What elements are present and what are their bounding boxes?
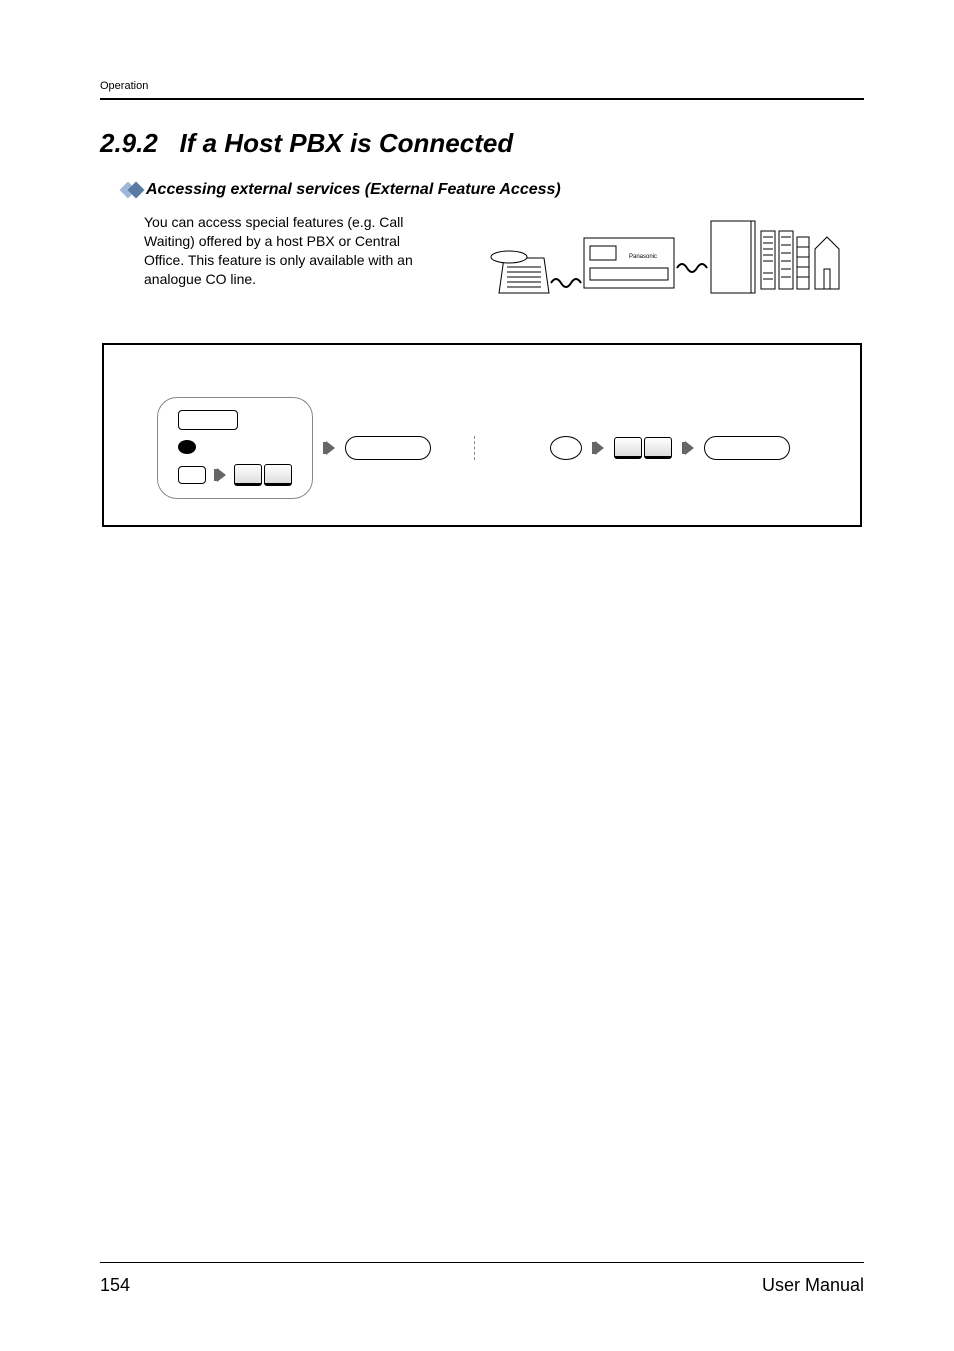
doc-title: User Manual (762, 1275, 864, 1296)
left-sequence (114, 397, 474, 499)
running-header: Operation (100, 80, 864, 92)
oval-button-icon (550, 436, 582, 460)
arrow-icon (323, 441, 335, 455)
arrow-icon (682, 441, 694, 455)
flexible-button-icon (178, 410, 238, 430)
right-sequence (474, 436, 851, 460)
small-button-icon (178, 466, 206, 484)
arrow-icon (592, 441, 604, 455)
header-rule (100, 98, 864, 100)
page-number: 154 (100, 1275, 130, 1296)
diagram-header (104, 345, 860, 375)
footer-row: 154 User Manual (100, 1275, 864, 1296)
subsection-title: Accessing external services (External Fe… (146, 181, 561, 199)
intro-figure: Panasonic (474, 213, 864, 313)
option-row-2 (178, 440, 292, 454)
result-button-icon (345, 436, 431, 460)
option-row-3 (178, 464, 292, 486)
section-title: 2.9.2 If a Host PBX is Connected (100, 128, 864, 159)
page-footer: 154 User Manual (100, 1262, 864, 1296)
rack-icon (761, 231, 775, 289)
footer-rule (100, 1262, 864, 1263)
network-figure-icon: Panasonic (489, 213, 849, 313)
svg-text:Panasonic: Panasonic (629, 254, 657, 260)
result-button-icon (704, 436, 790, 460)
section-name: If a Host PBX is Connected (180, 128, 514, 158)
diagram-body (104, 375, 860, 525)
dialpad-icon (614, 437, 672, 459)
option-row-1 (178, 410, 292, 430)
hookswitch-icon (178, 440, 196, 454)
intro-row: You can access special features (e.g. Ca… (144, 213, 864, 313)
subsection-row: Accessing external services (External Fe… (122, 181, 864, 199)
procedure-diagram (102, 343, 862, 527)
arrow-icon (214, 468, 226, 482)
page-root: Operation 2.9.2 If a Host PBX is Connect… (0, 0, 954, 1351)
option-group (157, 397, 313, 499)
section-number: 2.9.2 (100, 128, 158, 158)
dialpad-icon (234, 464, 292, 486)
intro-text: You can access special features (e.g. Ca… (144, 213, 444, 289)
diamond-bullets-icon (122, 184, 138, 196)
